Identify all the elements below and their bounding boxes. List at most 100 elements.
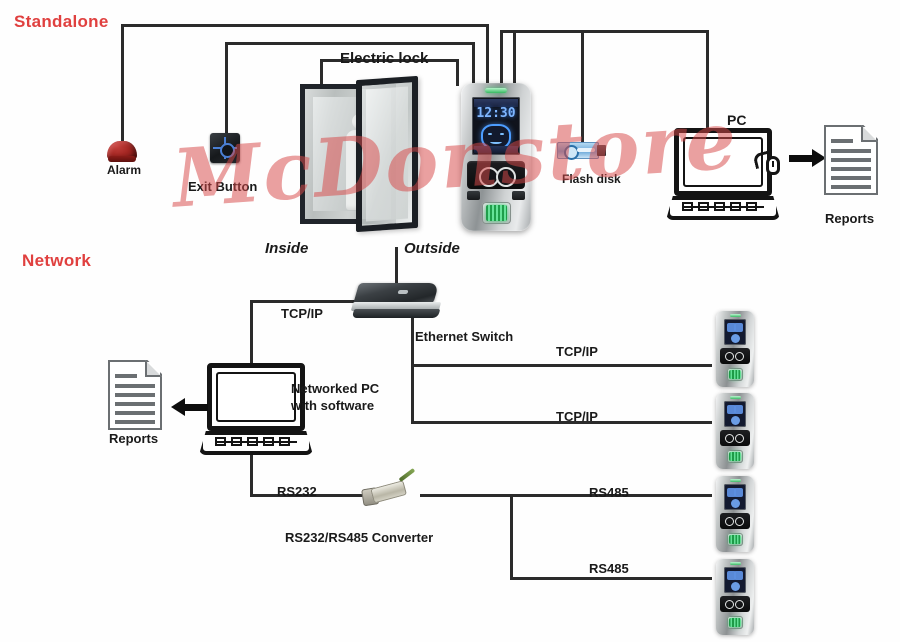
electric-lock-label: Electric lock — [340, 50, 429, 67]
wire-tcpip-link-1 — [411, 364, 712, 367]
exit-button-device[interactable] — [210, 133, 240, 163]
switch-led — [397, 290, 409, 294]
terminal-4-lens-right-icon — [735, 600, 744, 609]
fingerprint-sensor[interactable] — [482, 202, 511, 224]
wire-top-bus-1 — [121, 24, 489, 27]
door-leaf — [356, 75, 418, 233]
link-label-tcpip-1: TCP/IP — [556, 344, 598, 359]
networked-pc-screen — [207, 363, 305, 431]
wire-flash-up — [500, 30, 503, 86]
mouse-icon[interactable] — [766, 156, 780, 175]
flash-disk-connector — [597, 145, 606, 156]
biometric-terminal-3 — [716, 476, 754, 552]
terminal-2-camera-panel — [720, 430, 750, 446]
flash-disk-lens — [564, 145, 579, 160]
wire-converter-out — [420, 494, 513, 497]
ethernet-switch-label: Ethernet Switch — [415, 329, 514, 344]
terminal-1-screen — [724, 319, 746, 345]
rs232-rs485-converter-device — [359, 467, 421, 514]
exit-button-ring — [219, 142, 235, 158]
pc-label: PC — [727, 112, 747, 128]
flash-disk-device — [557, 142, 607, 160]
terminal-screen-softkeys — [474, 146, 518, 153]
section-label-standalone: Standalone — [14, 12, 109, 31]
converter-label: RS232/RS485 Converter — [285, 530, 434, 545]
terminal-1-camera-panel — [720, 348, 750, 364]
terminal-3-lens-right-icon — [735, 517, 744, 526]
reports-document-standalone — [824, 125, 878, 195]
camera-lens-right-icon — [496, 167, 516, 187]
biometric-terminal-main: 12:30 — [461, 83, 531, 231]
face-eye-right — [499, 132, 504, 136]
section-label-network: Network — [22, 251, 92, 270]
terminal-3-camera-panel — [720, 513, 750, 529]
exit-button-label: Exit Button — [188, 179, 258, 194]
biometric-terminal-2 — [716, 393, 754, 469]
terminal-1-lens-left-icon — [725, 352, 734, 361]
link-label-rs485-1: RS485 — [589, 485, 629, 500]
outside-label: Outside — [404, 240, 460, 257]
terminal-2-screen — [724, 401, 746, 427]
rs232-label: RS232 — [277, 484, 317, 499]
terminal-4-lens-left-icon — [725, 600, 734, 609]
terminal-1-fingerprint-sensor[interactable] — [727, 368, 743, 381]
face-eye-left — [488, 132, 493, 136]
terminal-status-led — [485, 88, 507, 93]
terminal-4-camera-panel — [720, 596, 750, 612]
terminal-key-left[interactable] — [467, 191, 480, 200]
alarm-label: Alarm — [107, 163, 142, 177]
terminal-4-led — [729, 562, 741, 565]
pc-keyboard-bar — [682, 206, 764, 208]
wire-top-bus-3-down — [456, 59, 459, 86]
flash-disk-label: Flash disk — [562, 172, 621, 186]
converter-shell — [370, 480, 408, 504]
terminal-1-led — [729, 314, 741, 317]
biometric-terminal-1 — [716, 311, 754, 387]
wire-router-to-pc-v — [250, 300, 253, 368]
face-mouth — [490, 140, 502, 145]
reports-document-network — [108, 360, 162, 430]
terminal-2-lens-left-icon — [725, 434, 734, 443]
flash-disk-strip — [577, 148, 595, 152]
networked-pc-label-line1: Networked PC — [291, 381, 380, 396]
biometric-terminal-4 — [716, 559, 754, 635]
alarm-base — [108, 156, 136, 162]
diagram-canvas: Standalone Network Alarm Exit Button Ele… — [0, 0, 900, 642]
converter-pigtail-wire — [398, 467, 416, 483]
link-label-tcpip-2: TCP/IP — [556, 409, 598, 424]
wire-pc-across — [513, 30, 709, 33]
terminal-4-fingerprint-sensor[interactable] — [727, 616, 743, 629]
wire-terminal-to-network — [395, 247, 398, 285]
terminal-2-fingerprint-sensor[interactable] — [727, 450, 743, 463]
tcpip-label-router: TCP/IP — [281, 306, 323, 321]
terminal-1-lens-right-icon — [735, 352, 744, 361]
inside-label: Inside — [265, 240, 309, 257]
watermark-text: McDonstore — [169, 92, 742, 226]
terminal-keys[interactable] — [467, 191, 525, 200]
wire-rs485-trunk — [510, 494, 513, 580]
terminal-key-right[interactable] — [512, 191, 525, 200]
reports-label-standalone: Reports — [825, 211, 875, 226]
arrow-pc-to-reports-network — [171, 398, 208, 416]
wire-exit-vertical — [225, 42, 228, 140]
ethernet-switch-device — [350, 283, 442, 321]
terminal-2-led — [729, 396, 741, 399]
terminal-3-lens-left-icon — [725, 517, 734, 526]
wire-switch-trunk — [411, 313, 414, 423]
switch-base — [351, 309, 441, 318]
link-label-rs485-2: RS485 — [589, 561, 629, 576]
terminal-clock: 12:30 — [476, 106, 516, 122]
terminal-camera-panel — [467, 161, 525, 189]
terminal-4-screen — [724, 567, 746, 593]
reports-label-network: Reports — [109, 431, 159, 446]
terminal-3-fingerprint-sensor[interactable] — [727, 533, 743, 546]
wire-pc-down — [706, 30, 709, 128]
terminal-2-lens-right-icon — [735, 434, 744, 443]
wire-alarm-vertical — [121, 24, 124, 144]
wire-top-bus-1-down — [486, 24, 489, 86]
wire-pc-up — [513, 30, 516, 86]
door-leaf-glass — [366, 86, 408, 222]
wire-top-bus-2 — [225, 42, 475, 45]
terminal-3-screen — [724, 484, 746, 510]
networked-pc-label-line2: with software — [291, 398, 375, 413]
